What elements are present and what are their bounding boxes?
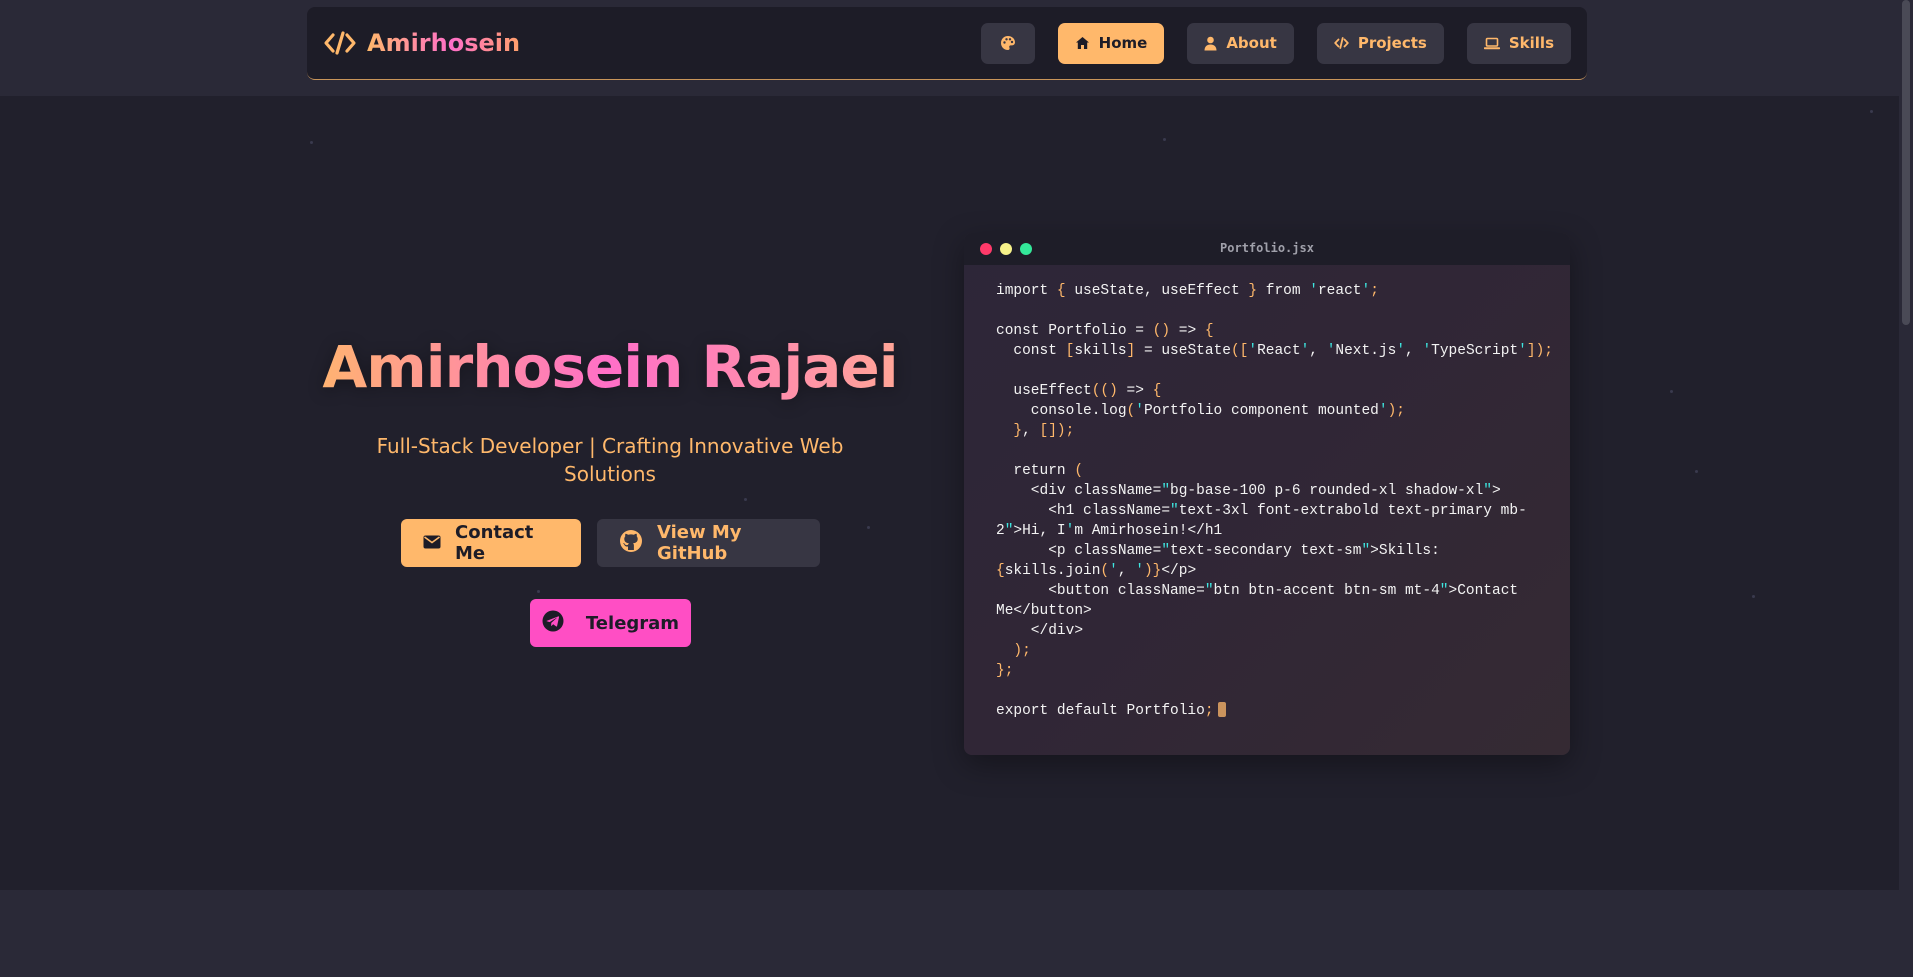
code-window-titlebar: Portfolio.jsx: [964, 233, 1570, 265]
code-line: return (: [996, 463, 1084, 479]
cta-row: Contact Me View My GitHub: [401, 519, 820, 567]
hero-background: [0, 96, 1899, 890]
code-line: const [skills] = useState(['React', 'Nex…: [996, 343, 1553, 359]
nav-skills-label: Skills: [1508, 34, 1554, 52]
hero-subtitle: Full-Stack Developer | Crafting Innovati…: [376, 434, 844, 486]
contact-button[interactable]: Contact Me: [401, 519, 581, 567]
code-line: import { useState, useEffect } from 'rea…: [996, 283, 1379, 299]
page-scrollbar[interactable]: [1899, 0, 1913, 977]
home-icon: [1075, 36, 1090, 50]
palette-icon: [1000, 35, 1016, 51]
nav-about-label: About: [1226, 34, 1277, 52]
code-line: <p className="text-secondary text-sm">Sk…: [996, 543, 1440, 559]
theme-toggle-button[interactable]: [980, 22, 1035, 64]
user-icon: [1204, 36, 1217, 51]
code-icon: [323, 30, 357, 56]
code-content: import { useState, useEffect } from 'rea…: [964, 265, 1570, 737]
github-button-label: View My GitHub: [657, 522, 742, 564]
hero-title: Amirhosein Rajaei: [300, 333, 920, 401]
telegram-button-label: Telegram: [585, 612, 680, 634]
code-line: );: [1013, 643, 1031, 659]
code-line: 2">Hi, I'm Amirhosein!</h1: [996, 523, 1223, 539]
nav-skills-button[interactable]: Skills: [1466, 22, 1571, 64]
brand[interactable]: Amirhosein: [323, 29, 520, 57]
scrollbar-thumb[interactable]: [1902, 0, 1910, 325]
text-cursor: [1217, 702, 1226, 717]
code-window: Portfolio.jsx import { useState, useEffe…: [964, 233, 1570, 755]
code-line: }, []);: [1013, 423, 1075, 439]
envelope-icon: [423, 533, 441, 554]
code-line: };: [996, 663, 1014, 679]
code-line: <h1 className="text-3xl font-extrabold t…: [996, 503, 1527, 519]
nav-about-button[interactable]: About: [1187, 22, 1294, 64]
code-line: {skills.join(', ')}</p>: [996, 563, 1197, 579]
code-line: <button className="btn btn-accent btn-sm…: [996, 583, 1519, 599]
nav-projects-label: Projects: [1357, 34, 1427, 52]
code-icon: [1334, 37, 1349, 49]
code-line: useEffect(() => {: [996, 383, 1162, 399]
code-line: <div className="bg-base-100 p-6 rounded-…: [996, 483, 1501, 499]
navbar: Amirhosein Home About Projects Skills: [307, 7, 1587, 80]
code-line: </div>: [996, 623, 1084, 639]
telegram-button[interactable]: Telegram: [530, 599, 691, 647]
laptop-icon: [1483, 37, 1500, 50]
code-line: const Portfolio = () => {: [996, 323, 1214, 339]
brand-name: Amirhosein: [367, 29, 521, 57]
telegram-icon: [542, 610, 564, 637]
nav-home-label: Home: [1098, 34, 1148, 52]
contact-button-label: Contact Me: [455, 522, 534, 564]
code-line: Me</button>: [996, 603, 1092, 619]
nav-menu: Home About Projects Skills: [980, 22, 1571, 64]
code-line: export default Portfolio;: [996, 701, 1538, 721]
code-line: console.log('Portfolio component mounted…: [996, 403, 1405, 419]
github-button[interactable]: View My GitHub: [597, 519, 820, 567]
code-filename: Portfolio.jsx: [1220, 241, 1314, 255]
nav-projects-button[interactable]: Projects: [1316, 22, 1444, 64]
github-icon: [619, 529, 643, 558]
nav-home-button[interactable]: Home: [1057, 22, 1165, 64]
